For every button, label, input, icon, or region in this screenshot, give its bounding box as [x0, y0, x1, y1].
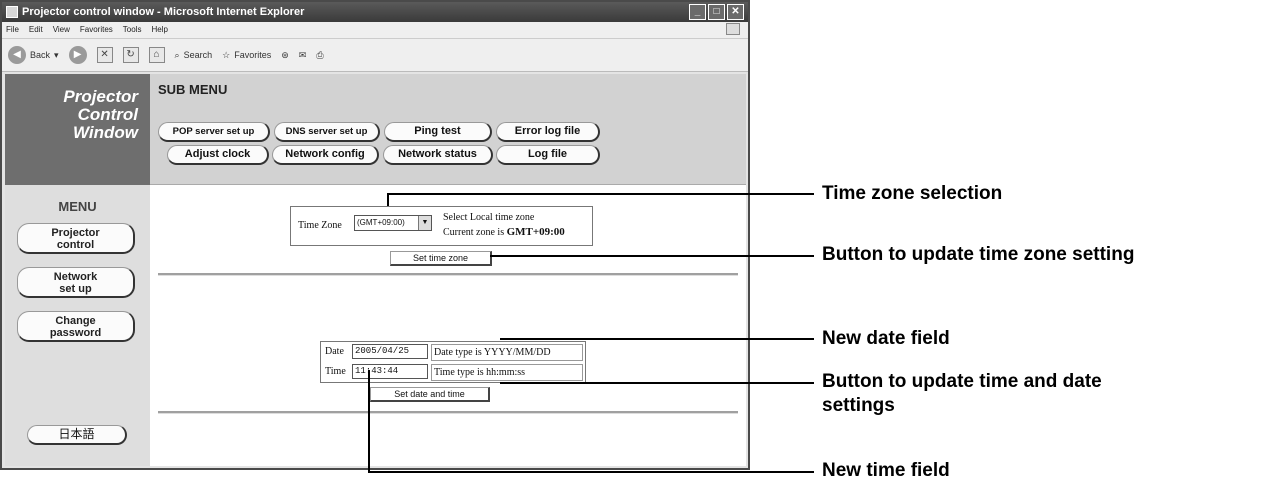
- brand-line-3: Window: [73, 123, 138, 142]
- favorites-label[interactable]: Favorites: [234, 50, 271, 60]
- menu-title: MENU: [58, 199, 97, 214]
- menu-edit[interactable]: Edit: [29, 22, 43, 38]
- leader-new-time-horizontal: [368, 471, 814, 473]
- time-row: Time 11:43:44 Time type is hh:mm:ss: [321, 362, 585, 382]
- ie-icon: [6, 6, 18, 18]
- log-file-button[interactable]: Log file: [496, 145, 600, 165]
- page-content: Projector Control Window SUB MENU POP se…: [5, 74, 746, 466]
- network-setup-line-2: set up: [59, 283, 92, 295]
- leader-new-date: [500, 338, 814, 340]
- refresh-icon[interactable]: ↻: [122, 47, 139, 63]
- date-label: Date: [325, 346, 344, 357]
- callout-update-date-time-line-2: settings: [822, 395, 895, 416]
- divider: [158, 273, 738, 276]
- star-icon[interactable]: ☆: [222, 50, 230, 61]
- title-bar: Projector control window - Microsoft Int…: [2, 2, 748, 22]
- search-label[interactable]: Search: [184, 50, 213, 60]
- time-zone-label: Time Zone: [298, 220, 342, 231]
- date-input[interactable]: 2005/04/25: [352, 344, 428, 359]
- search-icon[interactable]: ⌕: [175, 50, 180, 61]
- adjust-clock-button[interactable]: Adjust clock: [167, 145, 269, 165]
- divider: [158, 411, 738, 414]
- projector-control-line-1: Projector: [51, 227, 100, 239]
- change-password-line-2: password: [49, 327, 102, 339]
- current-zone-value: GMT+09:00: [506, 226, 565, 238]
- network-status-button[interactable]: Network status: [383, 145, 493, 165]
- network-setup-button[interactable]: Network set up: [17, 267, 135, 298]
- toolbar: ◀ Back ▾ ▶ ✕ ↻ ⌂ ⌕ Search ☆ Favorites ⊛ …: [2, 38, 748, 72]
- callout-update-date-time: Button to update time and date settings: [822, 370, 1102, 418]
- current-zone-prefix: Current zone is: [443, 227, 505, 238]
- leader-time-zone-horizontal: [387, 193, 814, 195]
- error-log-file-button[interactable]: Error log file: [496, 122, 600, 142]
- windows-logo-icon: [726, 23, 740, 35]
- leader-new-time-vertical: [368, 370, 370, 473]
- brand-line-2: Control: [77, 105, 138, 124]
- menu-file[interactable]: File: [6, 22, 19, 38]
- date-time-table: Date 2005/04/25 Date type is YYYY/MM/DD …: [320, 341, 586, 383]
- current-zone-text: Current zone is GMT+09:00: [443, 225, 565, 240]
- left-menu: MENU Projector control Network set up Ch…: [5, 185, 150, 466]
- menu-help[interactable]: Help: [151, 22, 167, 38]
- menu-tools[interactable]: Tools: [123, 22, 142, 38]
- brand-line-1: Projector: [63, 87, 138, 106]
- projector-control-line-2: control: [56, 239, 95, 251]
- time-label: Time: [325, 366, 346, 377]
- time-input[interactable]: 11:43:44: [352, 364, 428, 379]
- forward-arrow-icon[interactable]: ▶: [68, 46, 87, 64]
- menu-view[interactable]: View: [53, 22, 70, 38]
- chevron-down-icon[interactable]: ▼: [418, 216, 431, 230]
- callout-time-zone-selection: Time zone selection: [822, 183, 1003, 204]
- browser-window: Projector control window - Microsoft Int…: [0, 0, 750, 470]
- network-config-button[interactable]: Network config: [272, 145, 379, 165]
- time-format-hint: Time type is hh:mm:ss: [431, 364, 583, 381]
- change-password-line-1: Change: [55, 315, 96, 327]
- set-time-zone-button[interactable]: Set time zone: [390, 251, 492, 266]
- callout-new-time-field: New time field: [822, 460, 950, 481]
- chevron-down-icon[interactable]: ▾: [54, 50, 59, 61]
- sub-menu-panel: SUB MENU POP server set up DNS server se…: [150, 74, 746, 185]
- time-zone-table: Time Zone (GMT+09:00) ▼ Select Local tim…: [290, 206, 593, 246]
- japanese-language-button[interactable]: 日本語: [27, 425, 127, 445]
- print-icon[interactable]: ⎙: [316, 50, 323, 61]
- back-arrow-icon[interactable]: ◀: [8, 46, 26, 64]
- time-zone-info: Select Local time zone Current zone is G…: [443, 211, 565, 240]
- leader-set-date-time: [500, 382, 814, 384]
- minimize-button[interactable]: _: [689, 4, 706, 20]
- ping-test-button[interactable]: Ping test: [384, 122, 492, 142]
- stop-icon[interactable]: ✕: [96, 47, 113, 63]
- callout-new-date-field: New date field: [822, 328, 950, 349]
- menu-bar: File Edit View Favorites Tools Help: [2, 22, 748, 38]
- home-icon[interactable]: ⌂: [148, 47, 165, 63]
- pop-server-setup-button[interactable]: POP server set up: [158, 122, 270, 142]
- close-button[interactable]: ✕: [727, 4, 744, 20]
- change-password-button[interactable]: Change password: [17, 311, 135, 342]
- projector-control-button[interactable]: Projector control: [17, 223, 135, 254]
- network-setup-line-1: Network: [53, 271, 98, 283]
- time-zone-hint: Select Local time zone: [443, 212, 535, 223]
- window-title: Projector control window - Microsoft Int…: [22, 6, 305, 18]
- brand-panel: Projector Control Window: [5, 74, 150, 185]
- leader-set-time-zone: [490, 255, 814, 257]
- callout-update-time-zone: Button to update time zone setting: [822, 244, 1135, 265]
- date-format-hint: Date type is YYYY/MM/DD: [431, 344, 583, 361]
- history-icon[interactable]: ⊛: [281, 50, 289, 61]
- back-label[interactable]: Back: [30, 50, 50, 60]
- maximize-button[interactable]: □: [708, 4, 725, 20]
- date-row: Date 2005/04/25 Date type is YYYY/MM/DD: [321, 342, 585, 362]
- time-zone-selected: (GMT+09:00): [357, 218, 405, 227]
- menu-favorites[interactable]: Favorites: [80, 22, 113, 38]
- time-zone-select[interactable]: (GMT+09:00) ▼: [354, 215, 432, 231]
- set-date-and-time-button[interactable]: Set date and time: [370, 387, 490, 402]
- mail-icon[interactable]: ✉: [299, 50, 307, 61]
- callout-update-date-time-line-1: Button to update time and date: [822, 371, 1102, 392]
- sub-menu-title: SUB MENU: [158, 82, 228, 97]
- adjust-clock-form: Time Zone (GMT+09:00) ▼ Select Local tim…: [150, 185, 746, 466]
- dns-server-setup-button[interactable]: DNS server set up: [274, 122, 380, 142]
